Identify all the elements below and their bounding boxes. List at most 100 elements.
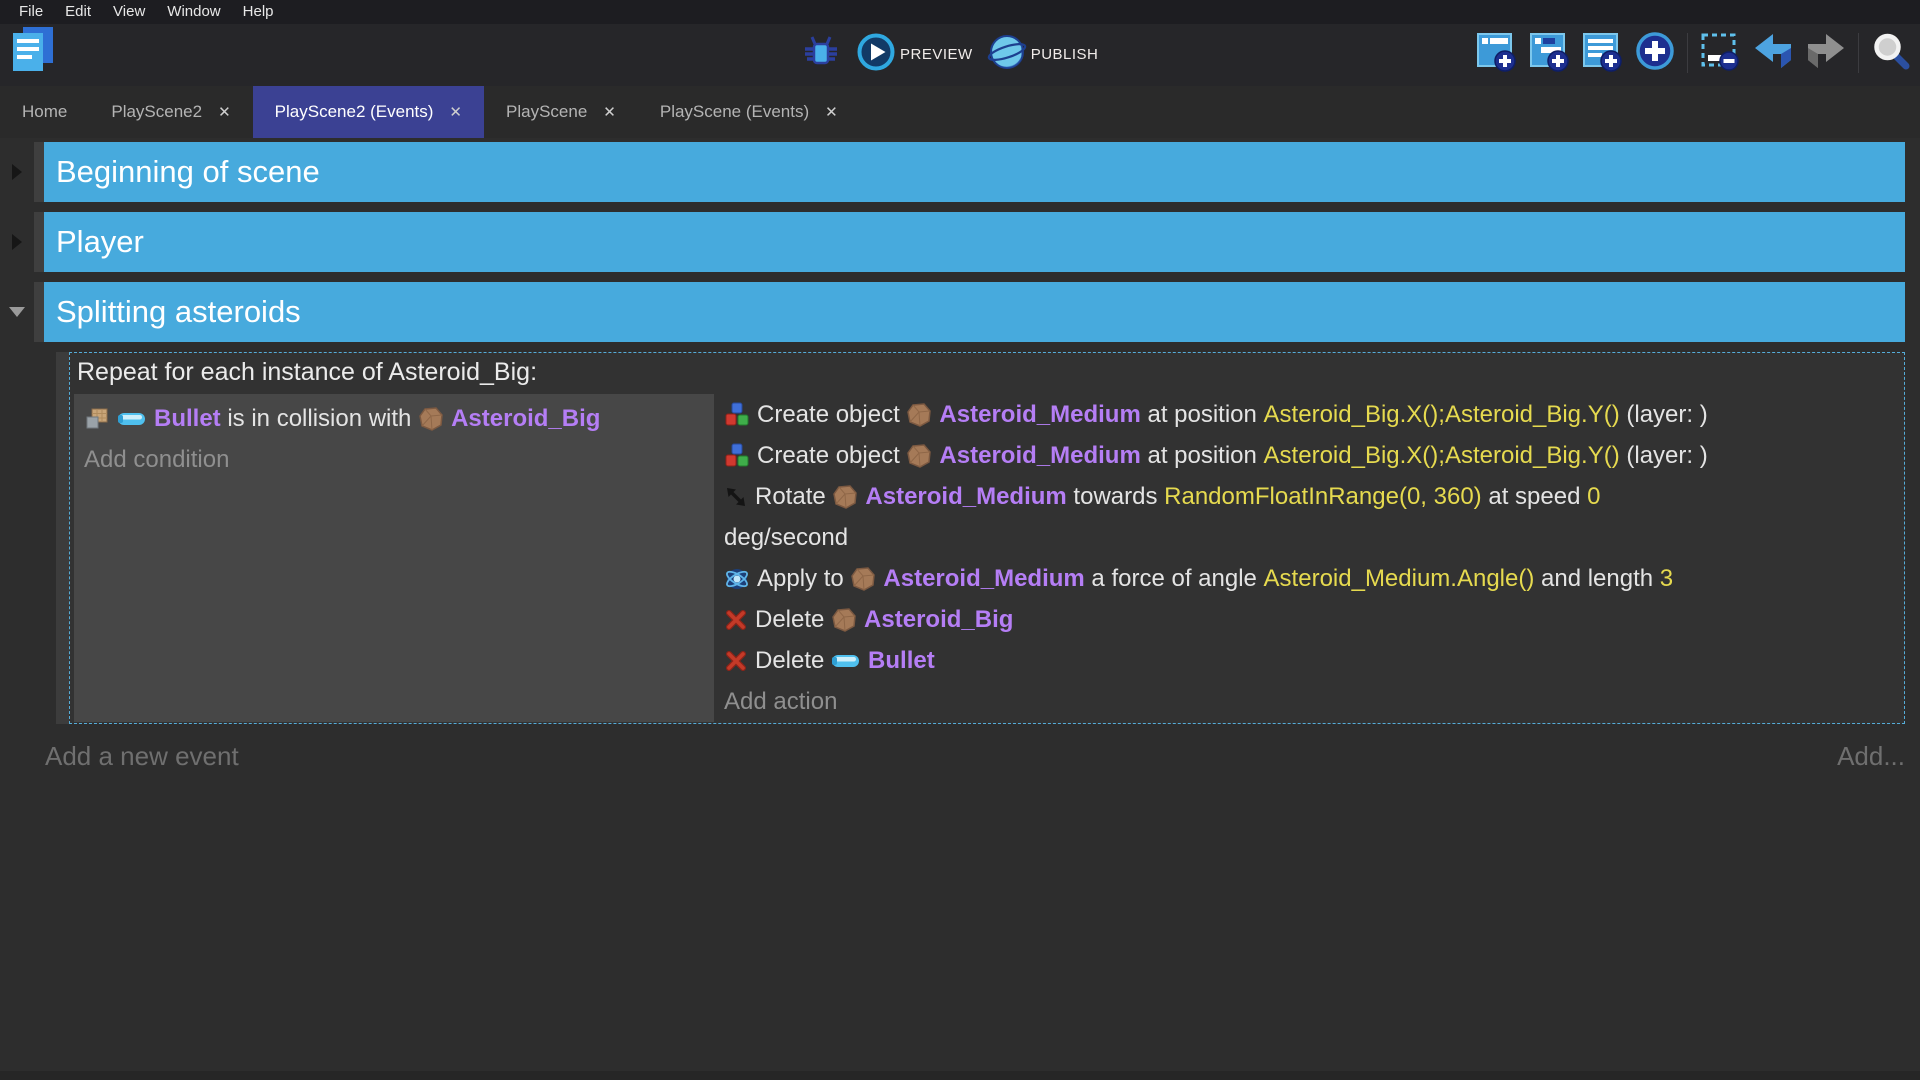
event-drag-handle[interactable] <box>34 212 44 272</box>
delete-icon <box>724 608 748 632</box>
object-name: Bullet <box>868 647 935 675</box>
tab-close-icon[interactable]: ✕ <box>218 103 231 121</box>
row-text: a force of angle <box>1085 565 1264 593</box>
add-comment-button[interactable] <box>1581 32 1623 74</box>
event-group-toggle[interactable] <box>0 212 34 272</box>
toolbar-separator <box>1687 33 1688 73</box>
tab[interactable]: PlayScene2 (Events) ✕ <box>253 86 484 138</box>
action-row[interactable]: Delete Asteroid_Big <box>724 599 1902 640</box>
event-group-header[interactable]: Splitting asteroids <box>44 282 1905 342</box>
object-name: Asteroid_Big <box>451 405 600 433</box>
asteroid-icon <box>850 566 876 592</box>
publish-globe-icon <box>987 32 1027 77</box>
debug-icon <box>801 32 841 77</box>
add-action-button[interactable]: Add action <box>724 681 1902 722</box>
menu-item-file[interactable]: File <box>8 0 54 24</box>
row-text: (layer: ) <box>1620 401 1708 429</box>
redo-button[interactable] <box>1805 32 1847 74</box>
add-more-button[interactable]: Add... <box>1837 741 1905 772</box>
event-group-row: Splitting asteroids <box>0 282 1920 342</box>
row-text: Create object <box>757 401 906 429</box>
event-group-toggle[interactable] <box>0 282 34 342</box>
choose-event-button[interactable] <box>1699 32 1741 74</box>
tab[interactable]: PlayScene ✕ <box>484 86 638 138</box>
force-icon <box>724 566 750 592</box>
action-row[interactable]: Rotate Asteroid_Medium towards RandomFlo… <box>724 476 1902 517</box>
search-icon <box>1871 31 1911 76</box>
tab-label: PlayScene (Events) <box>660 102 809 122</box>
add-event-icon <box>1475 30 1517 77</box>
preview-button[interactable]: PREVIEW <box>856 32 973 77</box>
event-group-toggle[interactable] <box>0 142 34 202</box>
repeat-event-block: Repeat for each instance of Asteroid_Big… <box>56 352 1905 724</box>
menu-item-view[interactable]: View <box>102 0 156 24</box>
menu-item-edit[interactable]: Edit <box>54 0 102 24</box>
action-row[interactable]: Apply to Asteroid_Medium a force of angl… <box>724 558 1902 599</box>
toolbar-right <box>1475 32 1912 74</box>
object-name: Bullet <box>154 405 221 433</box>
add-subevent-button[interactable] <box>1528 32 1570 74</box>
add-new-event-button[interactable]: Add a new event <box>45 741 239 772</box>
event-group-row: Beginning of scene <box>0 142 1920 202</box>
project-manager-button[interactable] <box>12 30 54 72</box>
tab-close-icon[interactable]: ✕ <box>603 103 616 121</box>
row-text: Create object <box>757 442 906 470</box>
expression: Asteroid_Big.X();Asteroid_Big.Y() <box>1264 442 1620 470</box>
choose-event-icon <box>1699 30 1741 77</box>
tab-bar: Home PlayScene2 ✕ PlayScene2 (Events) ✕ … <box>0 86 1920 138</box>
repeat-event-header[interactable]: Repeat for each instance of Asteroid_Big… <box>74 355 1902 394</box>
event-group-row: Player <box>0 212 1920 272</box>
event-group-header[interactable]: Player <box>44 212 1905 272</box>
event-drag-handle[interactable] <box>34 142 44 202</box>
tab[interactable]: PlayScene (Events) ✕ <box>638 86 860 138</box>
bullet-icon <box>831 652 861 669</box>
tab[interactable]: Home <box>0 86 89 138</box>
repeat-event-body[interactable]: Repeat for each instance of Asteroid_Big… <box>69 352 1905 724</box>
add-event-button[interactable] <box>1475 32 1517 74</box>
publish-button[interactable]: PUBLISH <box>987 32 1099 77</box>
add-condition-button[interactable]: Add condition <box>84 439 706 480</box>
row-text: towards <box>1067 483 1164 511</box>
action-row[interactable]: deg/second <box>724 517 1902 558</box>
horizontal-scrollbar[interactable] <box>0 1071 1920 1080</box>
tab-close-icon[interactable]: ✕ <box>449 103 462 121</box>
event-group-title: Beginning of scene <box>44 154 320 190</box>
add-circle-icon <box>1634 30 1676 77</box>
event-group-title: Splitting asteroids <box>44 294 301 330</box>
row-text: deg/second <box>724 524 848 552</box>
tab-label: PlayScene2 (Events) <box>275 102 434 122</box>
asteroid-icon <box>832 484 858 510</box>
condition-row[interactable]: Bullet is in collision with Asteroid_Big <box>84 398 706 439</box>
action-row[interactable]: Create object Asteroid_Medium at positio… <box>724 435 1902 476</box>
add-circle-button[interactable] <box>1634 32 1676 74</box>
action-row[interactable]: Delete Bullet <box>724 640 1902 681</box>
action-row[interactable]: Create object Asteroid_Medium at positio… <box>724 394 1902 435</box>
row-text: Rotate <box>755 483 832 511</box>
conditions-panel: Bullet is in collision with Asteroid_Big… <box>74 394 714 722</box>
expression: Asteroid_Big.X();Asteroid_Big.Y() <box>1264 401 1620 429</box>
debug-button[interactable] <box>800 34 842 76</box>
undo-button[interactable] <box>1752 32 1794 74</box>
create-object-icon <box>724 402 750 428</box>
menu-item-help[interactable]: Help <box>232 0 285 24</box>
asteroid-icon <box>831 607 857 633</box>
gdevelop-window: FileEditViewWindowHelp PREVIEW <box>0 0 1920 1080</box>
expression: 0 <box>1587 483 1600 511</box>
event-group-header[interactable]: Beginning of scene <box>44 142 1905 202</box>
menu-item-window[interactable]: Window <box>156 0 231 24</box>
search-button[interactable] <box>1870 32 1912 74</box>
menu-bar: FileEditViewWindowHelp <box>0 0 1920 24</box>
event-drag-handle[interactable] <box>56 352 69 724</box>
row-text: Apply to <box>757 565 850 593</box>
delete-icon <box>724 649 748 673</box>
event-drag-handle[interactable] <box>34 282 44 342</box>
row-text: at position <box>1141 442 1264 470</box>
collision-icon <box>84 407 110 431</box>
tab-label: PlayScene <box>506 102 587 122</box>
object-name: Asteroid_Medium <box>939 401 1140 429</box>
object-name: Asteroid_Big <box>864 606 1013 634</box>
tab-close-icon[interactable]: ✕ <box>825 103 838 121</box>
redo-icon <box>1804 31 1848 76</box>
publish-label: PUBLISH <box>1031 46 1099 63</box>
tab[interactable]: PlayScene2 ✕ <box>89 86 252 138</box>
